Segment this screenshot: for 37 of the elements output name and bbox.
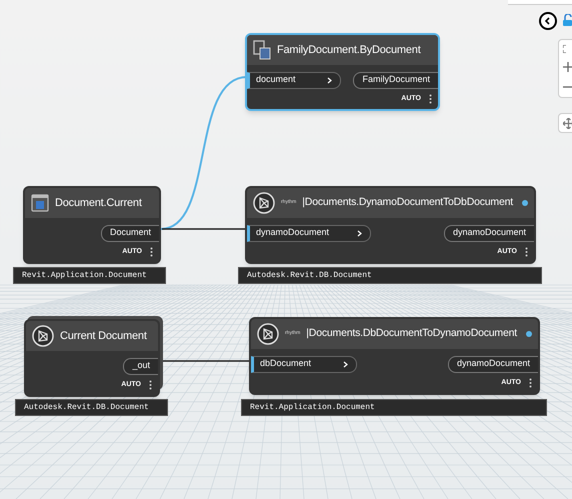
documents-icon bbox=[253, 40, 271, 60]
output-port[interactable]: FamilyDocument bbox=[353, 72, 438, 88]
input-port[interactable]: document bbox=[247, 72, 341, 88]
chevron-right-icon bbox=[357, 230, 362, 236]
preview-bubble: Revit.Application.Document bbox=[241, 399, 547, 416]
chevron-right-icon bbox=[343, 360, 348, 368]
preview-bubble: Autodesk.Revit.DB.Document bbox=[15, 399, 168, 416]
more-icon[interactable] bbox=[150, 247, 153, 257]
more-icon[interactable] bbox=[149, 380, 152, 390]
custom-node-icon bbox=[257, 323, 279, 345]
output-port[interactable]: dynamoDocument bbox=[444, 224, 534, 242]
zoom-in-icon[interactable] bbox=[563, 62, 572, 72]
node-title: |Documents.DynamoDocumentToDbDocument bbox=[302, 195, 513, 210]
custom-node-icon bbox=[32, 325, 54, 347]
panel-edge bbox=[508, 0, 572, 5]
node-title: Current Document bbox=[60, 328, 147, 344]
chevron-right-icon bbox=[327, 76, 332, 84]
node-title: FamilyDocument.ByDocument bbox=[277, 42, 421, 58]
pan-button[interactable] bbox=[558, 113, 572, 133]
input-port[interactable]: dbDocument bbox=[251, 356, 357, 372]
node-title: Document.Current bbox=[55, 196, 142, 211]
more-icon[interactable] bbox=[429, 94, 432, 104]
collapse-button[interactable] bbox=[539, 12, 557, 30]
chevron-left-icon bbox=[544, 17, 552, 25]
output-port[interactable]: dynamoDocument bbox=[448, 356, 538, 372]
move-icon bbox=[563, 118, 572, 128]
more-icon[interactable] bbox=[529, 378, 532, 388]
node-title: |Documents.DbDocumentToDynamoDocument bbox=[306, 326, 517, 342]
preview-bubble: Autodesk.Revit.DB.Document bbox=[238, 267, 542, 284]
preview-bubble: Revit.Application.Document bbox=[13, 267, 166, 284]
input-port[interactable]: dynamoDocument bbox=[247, 224, 371, 242]
output-port[interactable]: Document bbox=[100, 224, 159, 242]
lock-icon[interactable] bbox=[563, 14, 572, 26]
window-icon bbox=[31, 194, 49, 212]
custom-node-icon bbox=[253, 192, 275, 214]
output-port[interactable]: _out bbox=[123, 358, 158, 374]
more-icon[interactable] bbox=[525, 247, 528, 257]
